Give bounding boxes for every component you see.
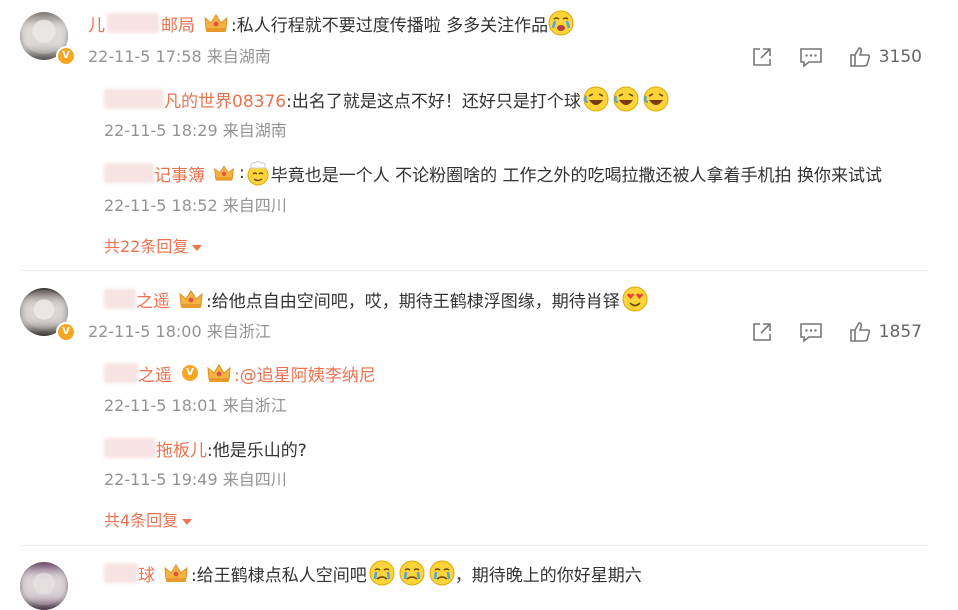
crying-emoji-group (367, 560, 455, 586)
commenter-name[interactable]: 之遥 (136, 287, 170, 312)
verified-badge-icon: V (56, 46, 76, 66)
reply-meta: 22-11-5 18:52 来自四川 (104, 196, 287, 215)
chevron-down-icon (182, 518, 193, 525)
name-redaction (104, 163, 154, 183)
more-replies-link[interactable]: 共22条回复 (104, 236, 203, 258)
like-icon (849, 322, 870, 342)
like-count: 3150 (878, 47, 922, 67)
replier-name[interactable]: 记事簿 (154, 161, 205, 186)
chef-emoji-icon (247, 161, 269, 186)
share-button[interactable] (751, 321, 773, 343)
crown-badge-icon (164, 564, 188, 582)
name-redaction (104, 289, 136, 309)
share-button[interactable] (751, 46, 773, 68)
reply-text: :出名了就是这点不好！还好只是打个球 (286, 91, 581, 112)
like-button[interactable]: 1857 (849, 321, 922, 343)
comment-actions: 1857 (727, 319, 922, 345)
laughing-crying-emoji-icon (643, 86, 669, 112)
comment-text: :私人行程就不要过度传播啦 多多关注作品 (231, 15, 549, 36)
comment-icon (799, 48, 822, 68)
more-replies-label: 共22条回复 (104, 237, 189, 256)
like-icon (849, 47, 870, 67)
share-icon (752, 48, 771, 66)
share-icon (752, 323, 771, 341)
comment-button[interactable] (799, 321, 823, 343)
reply-meta: 22-11-5 18:29 来自湖南 (104, 121, 287, 140)
comment-actions: 3150 (727, 44, 922, 70)
divider (20, 270, 928, 271)
reply-text: :他是乐山的? (207, 440, 307, 461)
reply-meta: 22-11-5 18:01 来自浙江 (104, 396, 287, 415)
laughing-crying-emoji-icon (583, 86, 609, 112)
commenter-name-tail[interactable]: 邮局 (161, 11, 195, 36)
more-replies-link[interactable]: 共4条回复 (104, 510, 193, 532)
commenter-name[interactable]: 儿 (88, 11, 105, 36)
reply-text: 毕竟也是一个人 不论粉圈啥的 工作之外的吃喝拉撒还被人拿着手机拍 换你来试试 (270, 165, 882, 186)
crown-badge-icon (207, 364, 231, 382)
chevron-down-icon (192, 244, 203, 251)
comment-text: :给王鹤棣点私人空间吧 (191, 565, 367, 586)
laughing-emoji-group (581, 86, 669, 112)
commenter-name[interactable]: 球 (138, 561, 155, 586)
replier-name[interactable]: 之遥 (138, 361, 172, 386)
avatar[interactable] (20, 562, 68, 610)
divider (20, 545, 928, 546)
like-button[interactable]: 3150 (849, 46, 922, 68)
name-redaction (104, 89, 164, 109)
heart-eyes-emoji-icon (622, 286, 648, 312)
comment-text-tail: ，期待晚上的你好星期六 (454, 565, 642, 586)
crying-emoji-icon (429, 560, 455, 586)
name-redaction (104, 438, 156, 458)
reply-text[interactable]: :@追星阿姨李纳尼 (234, 361, 376, 386)
crying-emoji-icon (369, 560, 395, 586)
like-count: 1857 (878, 322, 922, 342)
replier-name[interactable]: 凡的世界08376 (164, 87, 286, 112)
verified-badge-icon: V (182, 365, 198, 381)
verified-badge-icon: V (56, 322, 76, 342)
replier-name[interactable]: 拖板儿 (156, 436, 207, 461)
comment-button[interactable] (799, 46, 823, 68)
more-replies-label: 共4条回复 (104, 511, 179, 530)
name-redaction (104, 563, 138, 583)
comment-icon (799, 323, 822, 343)
laughing-crying-emoji-icon (613, 86, 639, 112)
comment-text: :给他点自由空间吧，哎，期待王鹤棣浮图缘，期待肖铎 (206, 291, 620, 312)
crying-emoji-icon (548, 10, 574, 36)
comment-meta: 22-11-5 17:58 来自湖南 (88, 47, 271, 66)
crying-emoji-icon (399, 560, 425, 586)
crown-badge-icon (204, 14, 228, 32)
name-redaction (107, 13, 159, 33)
crown-badge-icon (214, 165, 234, 181)
reply-meta: 22-11-5 19:49 来自四川 (104, 470, 287, 489)
comment-meta: 22-11-5 18:00 来自浙江 (88, 322, 271, 341)
name-redaction (104, 363, 138, 383)
crown-badge-icon (179, 290, 203, 308)
